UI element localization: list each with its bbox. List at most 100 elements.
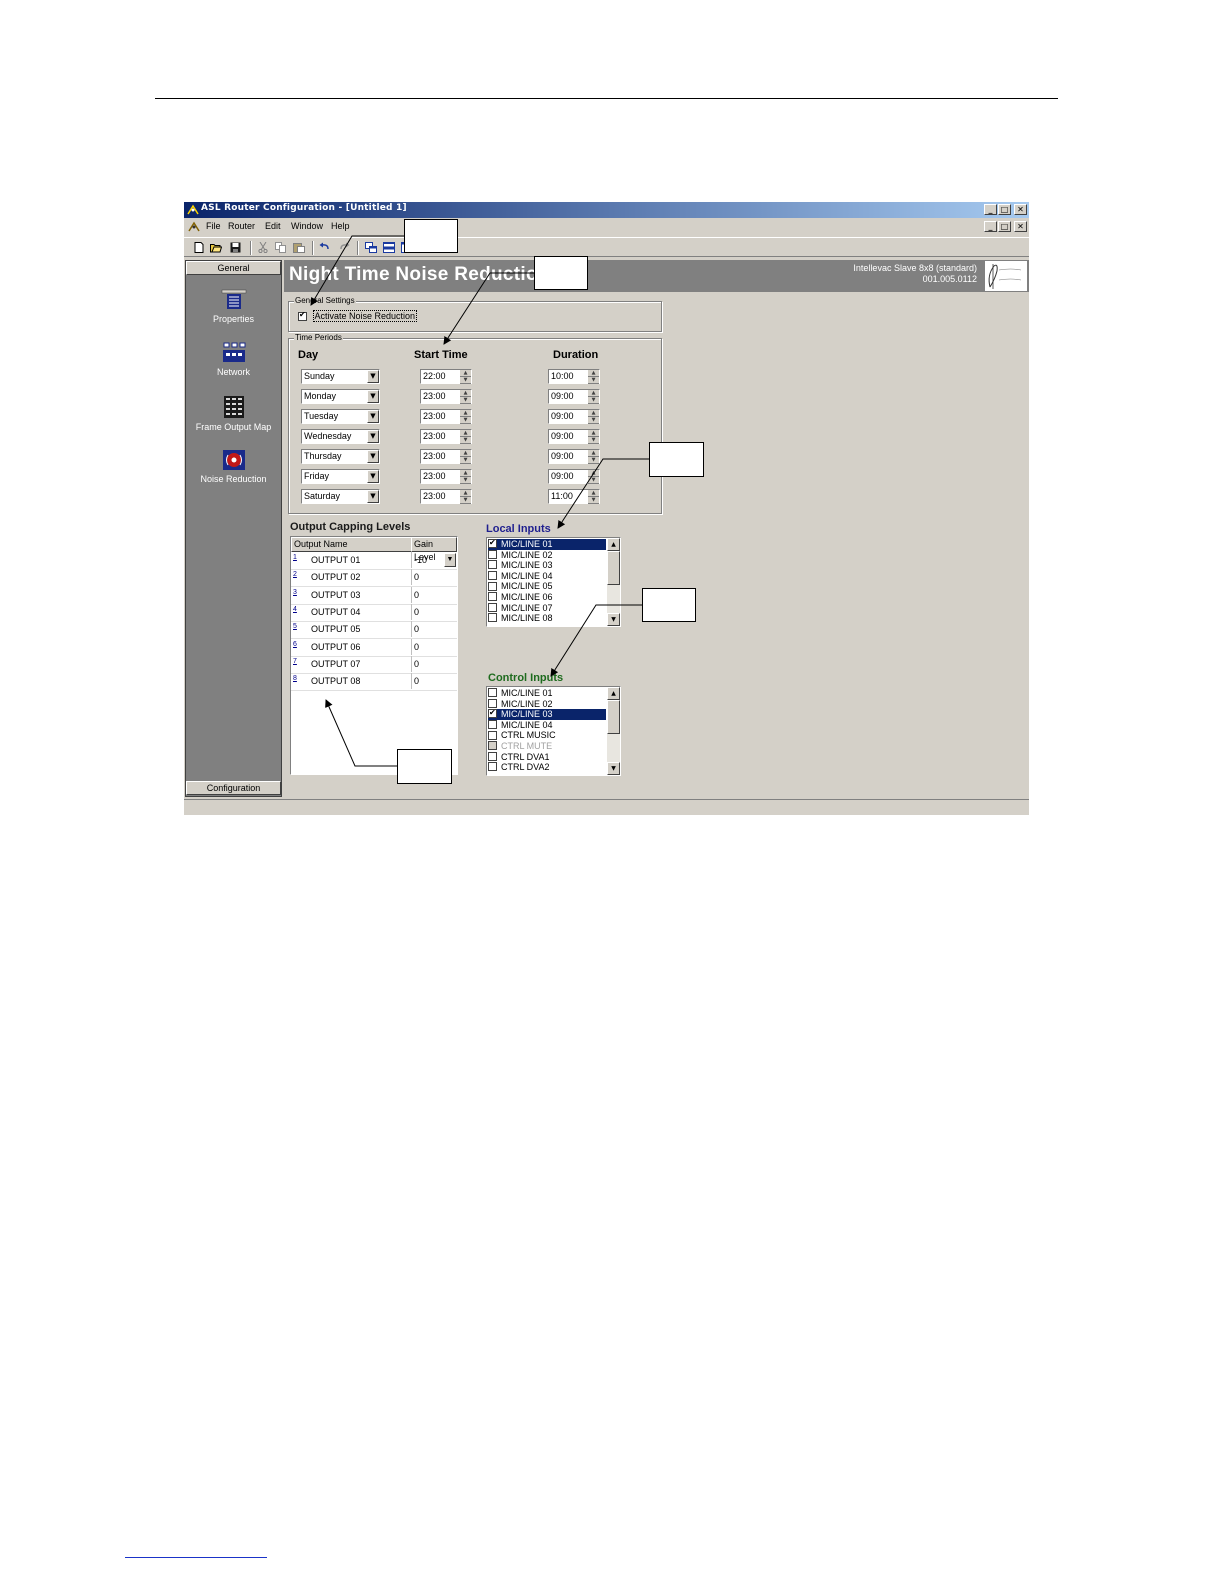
day-select[interactable]: Wednesday ▼ [301,429,380,444]
gain-level-cell[interactable]: 0 [411,586,457,603]
spin-arrows-icon[interactable]: ▲ ▼ [588,370,599,384]
tile-icon[interactable] [383,242,395,253]
list-item-checkbox[interactable] [488,560,497,570]
duration-spinner[interactable]: 09:00 ▲ ▼ [548,389,600,404]
day-select[interactable]: Saturday ▼ [301,489,380,504]
duration-spinner[interactable]: 11:00 ▲ ▼ [548,489,600,504]
open-icon[interactable] [210,242,222,253]
spin-arrows-icon[interactable]: ▲ ▼ [588,490,599,504]
list-item-checkbox[interactable] [488,719,497,729]
output-name-column-header[interactable]: Output Name [291,537,412,552]
menu-help[interactable]: Help [331,221,350,231]
list-item-checkbox[interactable] [488,707,497,719]
save-icon[interactable] [230,242,242,253]
dropdown-arrow-icon[interactable]: ▼ [367,410,379,423]
day-select[interactable]: Tuesday ▼ [301,409,380,424]
menu-window[interactable]: Window [291,221,323,231]
list-item[interactable]: MIC/LINE 01 [488,688,606,699]
scroll-thumb[interactable] [607,700,620,734]
child-restore-button[interactable]: □ [998,221,1011,232]
dropdown-arrow-icon[interactable]: ▼ [367,430,379,443]
start-time-spinner[interactable]: 23:00 ▲ ▼ [420,469,472,484]
list-item[interactable]: MIC/LINE 01 [488,538,606,550]
list-item[interactable]: CTRL MUTE [488,741,606,752]
vertical-scrollbar[interactable]: ▲ ▼ [607,687,620,775]
start-time-spinner[interactable]: 22:00 ▲ ▼ [420,369,472,384]
table-row[interactable]: 2 OUTPUT 02 0 [291,569,457,588]
maximize-button[interactable]: □ [998,204,1011,215]
list-item-checkbox[interactable] [488,751,497,761]
activate-noise-reduction-row[interactable]: Activate Noise Reduction [298,310,418,322]
dropdown-arrow-icon[interactable]: ▼ [367,390,379,403]
table-row[interactable]: 1 OUTPUT 01 -10 ▼ [291,552,457,570]
menu-router[interactable]: Router [228,221,255,231]
start-time-spinner[interactable]: 23:00 ▲ ▼ [420,409,472,424]
gain-level-cell[interactable]: 0 [411,603,457,620]
dropdown-arrow-icon[interactable]: ▼ [367,470,379,483]
cut-icon[interactable] [257,242,269,253]
list-item-checkbox[interactable] [488,581,497,591]
activate-noise-reduction-checkbox[interactable] [298,310,307,322]
spin-arrows-icon[interactable]: ▲ ▼ [460,410,471,424]
scroll-up-icon[interactable]: ▲ [607,538,620,551]
day-select[interactable]: Friday ▼ [301,469,380,484]
gain-level-cell[interactable]: 0 [411,673,457,690]
list-item[interactable]: MIC/LINE 06 [488,592,606,603]
spin-arrows-icon[interactable]: ▲ ▼ [460,470,471,484]
child-close-button[interactable]: ✕ [1014,221,1027,232]
list-item[interactable]: MIC/LINE 04 [488,571,606,582]
sidebar-group-general[interactable]: General [186,261,281,275]
list-item-checkbox[interactable] [488,741,497,751]
spin-arrows-icon[interactable]: ▲ ▼ [588,430,599,444]
list-item[interactable]: MIC/LINE 07 [488,603,606,614]
sidebar-item-network[interactable]: Network [186,342,281,377]
sidebar-item-properties[interactable]: Properties [186,289,281,324]
vertical-scrollbar[interactable]: ▲ ▼ [607,538,620,626]
list-item[interactable]: CTRL MUSIC [488,730,606,741]
spin-arrows-icon[interactable]: ▲ ▼ [588,470,599,484]
dropdown-arrow-icon[interactable]: ▼ [367,490,379,503]
cascade-icon[interactable] [365,242,377,253]
day-select[interactable]: Sunday ▼ [301,369,380,384]
spin-arrows-icon[interactable]: ▲ ▼ [460,450,471,464]
table-row[interactable]: 6 OUTPUT 06 0 [291,638,457,657]
day-select[interactable]: Thursday ▼ [301,449,380,464]
dropdown-arrow-icon[interactable]: ▼ [444,553,456,567]
list-item[interactable]: MIC/LINE 03 [488,560,606,571]
sidebar-item-frame-output-map[interactable]: Frame Output Map [186,395,281,432]
sidebar-group-configuration[interactable]: Configuration [186,781,281,795]
copy-icon[interactable] [275,242,287,253]
list-item[interactable]: MIC/LINE 02 [488,699,606,710]
minimize-button[interactable]: _ [984,204,997,215]
menu-file[interactable]: File [206,221,221,231]
spin-arrows-icon[interactable]: ▲ ▼ [588,410,599,424]
duration-spinner[interactable]: 10:00 ▲ ▼ [548,369,600,384]
spin-arrows-icon[interactable]: ▲ ▼ [460,390,471,404]
gain-level-cell[interactable]: 0 [411,655,457,672]
sidebar-item-noise-reduction[interactable]: Noise Reduction [186,449,281,484]
table-row[interactable]: 3 OUTPUT 03 0 [291,586,457,605]
scroll-down-icon[interactable]: ▼ [607,762,620,775]
spin-arrows-icon[interactable]: ▲ ▼ [460,370,471,384]
start-time-spinner[interactable]: 23:00 ▲ ▼ [420,489,472,504]
start-time-spinner[interactable]: 23:00 ▲ ▼ [420,429,472,444]
new-icon[interactable] [193,242,205,253]
start-time-spinner[interactable]: 23:00 ▲ ▼ [420,449,472,464]
spin-arrows-icon[interactable]: ▲ ▼ [588,450,599,464]
spin-arrows-icon[interactable]: ▲ ▼ [460,490,471,504]
title-bar[interactable]: ASL Router Configuration - [Untitled 1] … [184,202,1029,218]
list-item[interactable]: CTRL DVA2 [488,762,606,773]
list-item-checkbox[interactable] [488,538,497,549]
gain-level-cell[interactable]: 0 [411,569,457,586]
dropdown-arrow-icon[interactable]: ▼ [367,370,379,383]
undo-icon[interactable] [319,242,331,253]
start-time-spinner[interactable]: 23:00 ▲ ▼ [420,389,472,404]
close-button[interactable]: ✕ [1014,204,1027,215]
list-item[interactable]: MIC/LINE 08 [488,613,606,624]
redo-icon[interactable] [338,242,350,253]
table-row[interactable]: 5 OUTPUT 05 0 [291,621,457,640]
spin-arrows-icon[interactable]: ▲ ▼ [460,430,471,444]
table-row[interactable]: 8 OUTPUT 08 0 [291,673,457,692]
list-item-checkbox[interactable] [488,549,497,559]
duration-spinner[interactable]: 09:00 ▲ ▼ [548,469,600,484]
